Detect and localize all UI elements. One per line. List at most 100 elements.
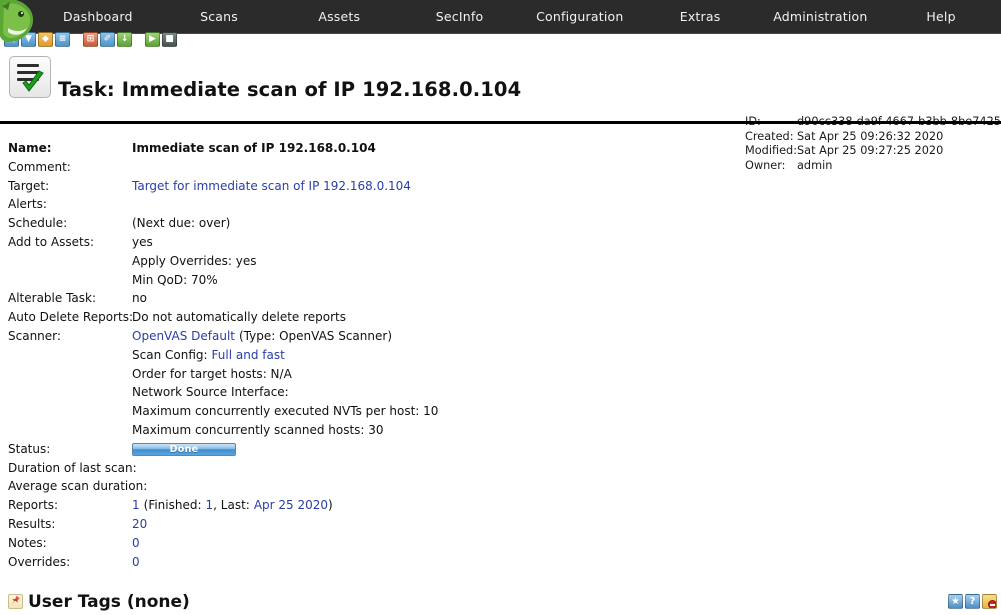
nav-item-dashboard[interactable]: Dashboard [36, 9, 160, 24]
detail-row-notes: Notes: 0 [0, 534, 1001, 553]
nav-item-extras[interactable]: Extras [641, 9, 760, 24]
toolbar-separator [72, 39, 81, 40]
green-check-glyph [22, 70, 44, 92]
detail-row-min-qod: Min QoD: 70% [0, 271, 1001, 290]
edit-task-glyph: ✐ [103, 34, 112, 44]
scanner-type-text: (Type: OpenVAS Scanner) [238, 328, 392, 343]
detail-row-network-source: Network Source Interface: [0, 383, 1001, 402]
alerts-label: Alerts: [8, 197, 47, 212]
target-value-cell: Target for immediate scan of IP 192.168.… [132, 177, 411, 196]
start-task-icon[interactable]: ▶ [145, 32, 160, 47]
user-tags-section: User Tags (none) ★ ? [0, 590, 1001, 615]
status-badge-label: Done [169, 443, 199, 455]
detail-row-target: Target: Target for immediate scan of IP … [0, 177, 1001, 196]
results-label: Results: [8, 516, 56, 531]
reports-count-link[interactable]: 1 [132, 498, 140, 512]
wizard-glyph: ◆ [42, 34, 49, 44]
detail-row-scanner: Scanner: OpenVAS Default (Type: OpenVAS S… [0, 327, 1001, 346]
detail-row-status: Status: Done [0, 440, 1001, 459]
notes-value-cell: 0 [132, 534, 140, 553]
reports-suffix: ) [328, 498, 333, 513]
bookmark-star-icon[interactable]: ★ [948, 594, 963, 609]
reports-finished-prefix: (Finished: [143, 498, 202, 513]
detail-row-max-hosts: Maximum concurrently scanned hosts: 30 [0, 421, 1001, 440]
page-header: Task: Immediate scan of IP 192.168.0.104… [0, 52, 1001, 172]
status-label: Status: [8, 441, 51, 456]
nav-item-secinfo[interactable]: SecInfo [400, 9, 519, 24]
max-nvts-value: Maximum concurrently executed NVTs per h… [132, 404, 439, 419]
stop-task-glyph: ■ [165, 34, 174, 44]
results-link[interactable]: 20 [132, 517, 147, 531]
greenbone-logo[interactable] [0, 0, 36, 46]
download-glyph: ↓ [120, 34, 129, 44]
schedule-label: Schedule: [8, 216, 68, 231]
start-task-glyph: ▶ [149, 34, 156, 44]
overrides-value-cell: 0 [132, 553, 140, 572]
pushpin-icon [8, 594, 23, 609]
add-to-assets-value: yes [132, 234, 153, 249]
target-label: Target: [8, 178, 50, 193]
wizard-icon[interactable]: ◆ [38, 32, 53, 47]
detail-row-add-to-assets: Add to Assets: yes [0, 233, 1001, 252]
task-done-icon [9, 56, 51, 98]
nav-item-scans[interactable]: Scans [160, 9, 279, 24]
add-to-assets-label: Add to Assets: [8, 234, 95, 249]
scanner-label: Scanner: [8, 328, 61, 343]
nav-item-configuration[interactable]: Configuration [519, 9, 641, 24]
remove-folder-icon[interactable] [982, 594, 997, 609]
top-navigation-bar: Dashboard Scans Assets SecInfo Configura… [0, 0, 1001, 43]
detail-row-avg-duration: Average scan duration: [0, 477, 1001, 496]
help-glyph: ? [969, 595, 976, 607]
target-link[interactable]: Target for immediate scan of IP 192.168.… [132, 179, 411, 193]
alterable-label: Alterable Task: [8, 291, 97, 306]
nav-item-help[interactable]: Help [881, 9, 1001, 24]
min-qod-value: Min QoD: 70% [132, 272, 218, 287]
task-details-table: Name: Immediate scan of IP 192.168.0.104… [0, 139, 1001, 571]
detail-row-schedule: Schedule: (Next due: over) [0, 214, 1001, 233]
stop-task-icon[interactable]: ■ [162, 32, 177, 47]
avg-duration-label: Average scan duration: [8, 479, 148, 494]
page-title: Task: Immediate scan of IP 192.168.0.104 [58, 78, 522, 101]
reports-last-prefix: , Last: [213, 498, 250, 513]
reports-last-link[interactable]: Apr 25 2020 [254, 498, 328, 512]
results-value-cell: 20 [132, 515, 147, 534]
nav-item-list: Dashboard Scans Assets SecInfo Configura… [36, 9, 1001, 24]
scan-config-prefix: Scan Config: [132, 347, 208, 362]
detail-row-name: Name: Immediate scan of IP 192.168.0.104 [0, 139, 1001, 158]
report-table-icon[interactable]: ⊞ [83, 32, 98, 47]
nav-item-assets[interactable]: Assets [278, 9, 400, 24]
remove-badge-icon [988, 600, 996, 608]
overrides-link[interactable]: 0 [132, 555, 140, 569]
scan-config-cell: Scan Config: Full and fast [132, 346, 285, 365]
detail-row-auto-delete: Auto Delete Reports: Do not automaticall… [0, 308, 1001, 327]
help-question-icon[interactable]: ? [965, 594, 980, 609]
status-badge[interactable]: Done [132, 442, 236, 456]
task-list-icon[interactable]: ≡ [55, 32, 70, 47]
reports-value-cell: 1 (Finished: 1, Last: Apr 25 2020) [132, 496, 333, 515]
notes-link[interactable]: 0 [132, 536, 140, 550]
nav-item-administration[interactable]: Administration [760, 9, 882, 24]
apply-overrides-value: Apply Overrides: yes [132, 253, 257, 268]
duration-label: Duration of last scan: [8, 460, 137, 475]
detail-row-order-hosts: Order for target hosts: N/A [0, 365, 1001, 384]
header-divider [0, 121, 1001, 124]
detail-row-scan-config: Scan Config: Full and fast [0, 346, 1001, 365]
detail-row-comment: Comment: [0, 158, 1001, 177]
user-tags-title: User Tags (none) [28, 592, 190, 612]
scanner-value-cell: OpenVAS Default (Type: OpenVAS Scanner) [132, 327, 392, 346]
toolbar-separator-2 [134, 39, 143, 40]
name-label: Name: [8, 141, 52, 155]
task-list-glyph: ≡ [58, 34, 67, 44]
download-icon[interactable]: ↓ [117, 32, 132, 47]
action-toolbar: ▲ ▼ ◆ ≡ ⊞ ✐ ↓ ▶ ■ [0, 32, 1001, 52]
detail-row-alerts: Alerts: [0, 195, 1001, 214]
comment-label: Comment: [8, 159, 71, 174]
max-hosts-value: Maximum concurrently scanned hosts: 30 [132, 422, 384, 437]
auto-delete-value: Do not automatically delete reports [132, 310, 347, 325]
detail-row-reports: Reports: 1 (Finished: 1, Last: Apr 25 2020) [0, 496, 1001, 515]
edit-task-icon[interactable]: ✐ [100, 32, 115, 47]
order-hosts-value: Order for target hosts: N/A [132, 366, 292, 381]
scanner-link[interactable]: OpenVAS Default [132, 329, 235, 343]
notes-label: Notes: [8, 535, 47, 550]
scan-config-link[interactable]: Full and fast [212, 348, 285, 362]
